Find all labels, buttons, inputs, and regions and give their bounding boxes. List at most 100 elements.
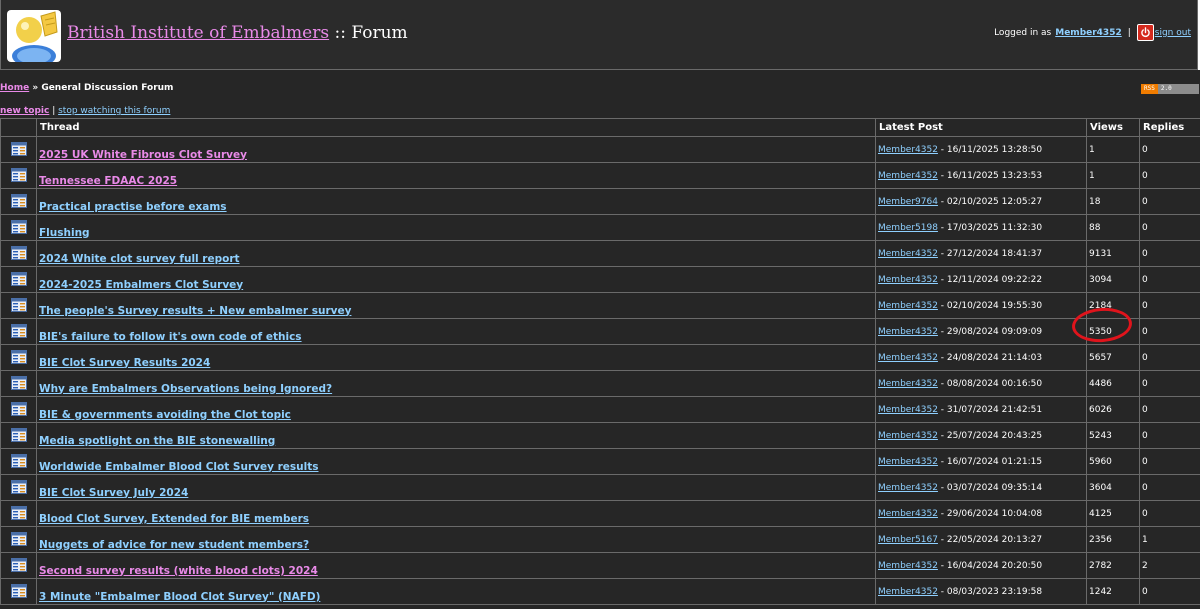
thread-title-link[interactable]: 2024 White clot survey full report — [39, 253, 240, 265]
views-count: 5960 — [1086, 448, 1140, 475]
latest-post-cell: Member4352 - 31/07/2024 21:42:51 — [875, 396, 1087, 423]
thread-title-link[interactable]: BIE's failure to follow it's own code of… — [39, 331, 302, 343]
thread-title-link[interactable]: Flushing — [39, 227, 90, 239]
thread-list-icon — [10, 376, 27, 390]
latest-post-author-link[interactable]: Member4352 — [878, 457, 938, 467]
latest-post-author-link[interactable]: Member4352 — [878, 301, 938, 311]
views-count: 9131 — [1086, 240, 1140, 267]
views-count: 88 — [1086, 214, 1140, 241]
login-area: Logged in as Member4352 | sign out — [994, 24, 1191, 41]
latest-post-author-link[interactable]: Member4352 — [878, 483, 938, 493]
stop-watching-link[interactable]: stop watching this forum — [58, 106, 170, 116]
thread-list-icon — [10, 584, 27, 598]
replies-count: 0 — [1139, 344, 1200, 371]
thread-row: Blood Clot Survey, Extended for BIE memb… — [0, 500, 1200, 527]
views-count: 2356 — [1086, 526, 1140, 553]
thread-title-link[interactable]: BIE Clot Survey July 2024 — [39, 487, 188, 499]
thread-title-cell: The people's Survey results + New embalm… — [36, 292, 876, 319]
thread-icon-cell — [0, 552, 37, 579]
logo[interactable] — [7, 10, 61, 62]
thread-title-link[interactable]: 2024-2025 Embalmers Clot Survey — [39, 279, 243, 291]
thread-icon-cell — [0, 318, 37, 345]
thread-icon-cell — [0, 344, 37, 371]
replies-count: 0 — [1139, 578, 1200, 605]
thread-title-link[interactable]: Nuggets of advice for new student member… — [39, 539, 309, 551]
latest-post-date: - 02/10/2024 19:55:30 — [937, 300, 1043, 311]
thread-title-link[interactable]: The people's Survey results + New embalm… — [39, 305, 351, 317]
thread-list-icon — [10, 142, 27, 156]
latest-post-author-link[interactable]: Member4352 — [878, 249, 938, 259]
thread-title-link[interactable]: BIE Clot Survey Results 2024 — [39, 357, 210, 369]
latest-post-author-link[interactable]: Member5167 — [878, 535, 938, 545]
replies-count: 0 — [1139, 214, 1200, 241]
thread-icon-cell — [0, 422, 37, 449]
thread-title-link[interactable]: Blood Clot Survey, Extended for BIE memb… — [39, 513, 309, 525]
thread-row: BIE Clot Survey Results 2024 Member4352 -… — [0, 344, 1200, 371]
latest-post-date: - 16/11/2025 13:28:50 — [937, 144, 1043, 155]
thread-row: Worldwide Embalmer Blood Clot Survey res… — [0, 448, 1200, 475]
thread-title-cell: 2024-2025 Embalmers Clot Survey — [36, 266, 876, 293]
latest-post-date: - 12/11/2024 09:22:22 — [937, 274, 1043, 285]
thread-title-link[interactable]: Why are Embalmers Observations being Ign… — [39, 383, 332, 395]
latest-post-author-link[interactable]: Member4352 — [878, 431, 938, 441]
thread-title-link[interactable]: Media spotlight on the BIE stonewalling — [39, 435, 275, 447]
replies-count: 0 — [1139, 422, 1200, 449]
new-topic-link[interactable]: new topic — [0, 106, 49, 116]
latest-post-cell: Member4352 - 08/08/2024 00:16:50 — [875, 370, 1087, 397]
latest-post-author-link[interactable]: Member9764 — [878, 197, 938, 207]
views-count: 5243 — [1086, 422, 1140, 449]
sign-out-link[interactable]: sign out — [1155, 28, 1191, 38]
thread-title-link[interactable]: 2025 UK White Fibrous Clot Survey — [39, 149, 247, 161]
latest-post-author-link[interactable]: Member4352 — [878, 171, 938, 181]
latest-post-author-link[interactable]: Member4352 — [878, 587, 938, 597]
thread-title-cell: Media spotlight on the BIE stonewalling — [36, 422, 876, 449]
latest-post-author-link[interactable]: Member4352 — [878, 509, 938, 519]
thread-row: Why are Embalmers Observations being Ign… — [0, 370, 1200, 397]
thread-title-link[interactable]: 3 Minute "Embalmer Blood Clot Survey" (N… — [39, 591, 320, 603]
thread-title-link[interactable]: Practical practise before exams — [39, 201, 227, 213]
latest-post-author-link[interactable]: Member4352 — [878, 145, 938, 155]
thread-title-link[interactable]: BIE & governments avoiding the Clot topi… — [39, 409, 291, 421]
latest-post-author-link[interactable]: Member4352 — [878, 379, 938, 389]
replies-count: 0 — [1139, 240, 1200, 267]
breadcrumb-home-link[interactable]: Home — [0, 83, 29, 93]
latest-post-author-link[interactable]: Member4352 — [878, 405, 938, 415]
latest-post-author-link[interactable]: Member4352 — [878, 561, 938, 571]
replies-count: 0 — [1139, 318, 1200, 345]
thread-title-cell: Blood Clot Survey, Extended for BIE memb… — [36, 500, 876, 527]
latest-post-author-link[interactable]: Member4352 — [878, 275, 938, 285]
thread-list-icon — [10, 402, 27, 416]
latest-post-author-link[interactable]: Member4352 — [878, 353, 938, 363]
latest-post-date: - 16/04/2024 20:20:50 — [937, 560, 1043, 571]
latest-post-cell: Member4352 - 02/10/2024 19:55:30 — [875, 292, 1087, 319]
views-count: 5657 — [1086, 344, 1140, 371]
thread-title-cell: Worldwide Embalmer Blood Clot Survey res… — [36, 448, 876, 475]
replies-count: 2 — [1139, 552, 1200, 579]
thread-icon-cell — [0, 162, 37, 189]
thread-title-cell: BIE's failure to follow it's own code of… — [36, 318, 876, 345]
user-avatar-icon — [12, 11, 58, 62]
latest-post-author-link[interactable]: Member4352 — [878, 327, 938, 337]
breadcrumb: Home » General Discussion Forum — [0, 83, 173, 93]
thread-table: Thread Latest Post Views Replies 2025 UK… — [0, 118, 1200, 605]
username-link[interactable]: Member4352 — [1055, 28, 1121, 38]
site-home-link[interactable]: British Institute of Embalmers — [67, 23, 329, 43]
thread-icon-cell — [0, 188, 37, 215]
thread-title-link[interactable]: Second survey results (white blood clots… — [39, 565, 318, 577]
thread-row: Second survey results (white blood clots… — [0, 552, 1200, 579]
latest-post-cell: Member4352 - 03/07/2024 09:35:14 — [875, 474, 1087, 501]
power-icon[interactable] — [1136, 24, 1154, 41]
latest-post-date: - 22/05/2024 20:13:27 — [937, 534, 1043, 545]
replies-count: 0 — [1139, 292, 1200, 319]
rss-feed-badge[interactable]: RSS 2.0 — [1141, 84, 1199, 94]
thread-title-link[interactable]: Worldwide Embalmer Blood Clot Survey res… — [39, 461, 319, 473]
section-name: Forum — [351, 23, 408, 43]
thread-title-link[interactable]: Tennessee FDAAC 2025 — [39, 175, 177, 187]
thread-icon-cell — [0, 292, 37, 319]
thread-icon-cell — [0, 396, 37, 423]
thread-table-header: Thread Latest Post Views Replies — [0, 118, 1200, 137]
replies-count: 0 — [1139, 188, 1200, 215]
views-count: 6026 — [1086, 396, 1140, 423]
latest-post-author-link[interactable]: Member5198 — [878, 223, 938, 233]
forum-content: Home » General Discussion Forum RSS 2.0 … — [0, 70, 1200, 609]
